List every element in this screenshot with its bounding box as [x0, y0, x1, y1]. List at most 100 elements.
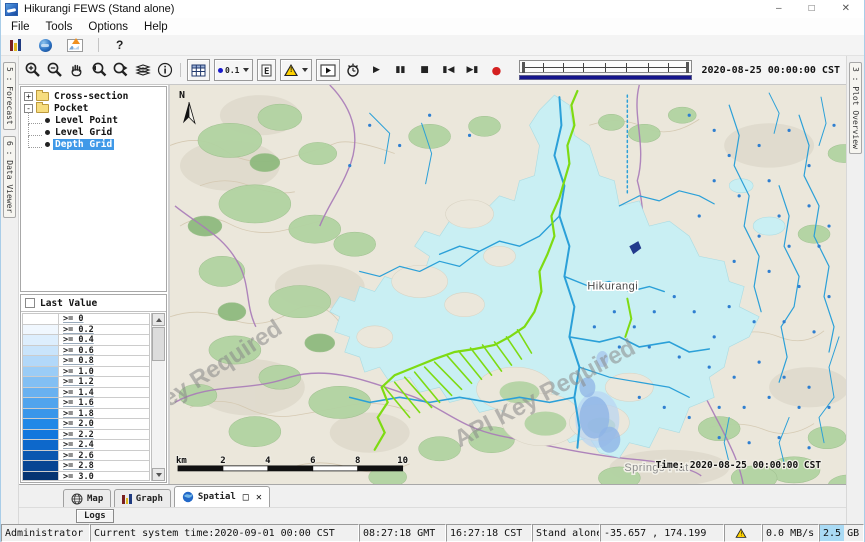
layers-icon[interactable]	[133, 60, 153, 80]
animation-movie-button[interactable]	[316, 59, 340, 81]
legend-swatch	[23, 325, 59, 335]
scroll-up-icon[interactable]	[152, 313, 165, 326]
status-bar: Administrator Current system time:2020-0…	[1, 524, 864, 542]
main-toolbar: ?	[1, 35, 864, 56]
legend-row[interactable]: >= 2.6	[23, 451, 149, 462]
tree-item-level-point[interactable]: Level Point	[21, 114, 166, 126]
menu-bar: File Tools Options Help	[1, 18, 864, 35]
step-back-button[interactable]: ▮◀	[437, 65, 459, 75]
pan-hand-icon[interactable]	[67, 60, 87, 80]
tab-graph[interactable]: Graph	[114, 489, 171, 507]
app-logo-icon	[5, 3, 18, 16]
svg-text:km: km	[176, 456, 187, 466]
title-bar: Hikurangi FEWS (Stand alone) – □ ✕	[1, 0, 864, 18]
time-slider[interactable]	[519, 60, 691, 80]
last-value-checkbox[interactable]	[25, 298, 35, 308]
zoom-out-icon[interactable]	[45, 60, 65, 80]
pause-button[interactable]: ▮▮	[389, 65, 411, 75]
step-forward-button[interactable]: ▶▮	[461, 65, 483, 75]
minimize-button[interactable]: –	[776, 2, 782, 16]
current-datetime: 2020-08-25 00:00:00 CST	[702, 65, 842, 76]
thresholds-warning-button[interactable]	[280, 59, 312, 81]
menu-file[interactable]: File	[3, 21, 38, 33]
legend-row[interactable]: >= 1.8	[23, 409, 149, 420]
zoom-previous-icon[interactable]	[89, 60, 109, 80]
expand-icon[interactable]: +	[24, 92, 33, 101]
legend-row[interactable]: >= 2.0	[23, 419, 149, 430]
legend-row[interactable]: >= 1.4	[23, 388, 149, 399]
legend-row[interactable]: >= 0.8	[23, 356, 149, 367]
tab-close-icon[interactable]: ✕	[256, 492, 262, 503]
help-icon[interactable]: ?	[112, 38, 127, 52]
warning-icon	[284, 64, 298, 76]
chevron-down-icon	[302, 68, 308, 72]
legend-row[interactable]: >= 1.2	[23, 377, 149, 388]
status-transfer-rate: 0.0 MB/s	[762, 524, 819, 542]
status-cst-time: 16:27:18 CST	[446, 524, 532, 542]
legend-row[interactable]: >= 0	[23, 314, 149, 325]
legend-scrollbar[interactable]	[151, 313, 165, 481]
legend-row[interactable]: >= 0.6	[23, 346, 149, 357]
layer-bullet-icon	[45, 130, 50, 135]
classification-threshold-button[interactable]: 0.1	[214, 59, 253, 81]
legend-swatch	[23, 472, 59, 482]
maximize-button[interactable]: □	[809, 2, 815, 16]
legend-row[interactable]: >= 0.4	[23, 335, 149, 346]
wire-globe-icon	[71, 493, 83, 505]
map-display-icon[interactable]	[35, 35, 55, 55]
info-icon[interactable]	[155, 60, 175, 80]
menu-tools[interactable]: Tools	[38, 21, 81, 33]
logs-tab[interactable]: Logs	[76, 509, 114, 523]
zoom-next-icon[interactable]	[111, 60, 131, 80]
menu-help[interactable]: Help	[136, 21, 176, 33]
tree-item-depth-grid[interactable]: Depth Grid	[21, 138, 166, 150]
tab-map[interactable]: Map	[63, 489, 111, 507]
legend-button[interactable]: E	[257, 59, 276, 81]
scrollbar-thumb[interactable]	[152, 327, 165, 361]
timeseries-dialog-icon[interactable]	[65, 35, 85, 55]
tree-item-cross-section[interactable]: + Cross-section	[21, 90, 166, 102]
play-button[interactable]: ▶	[365, 65, 387, 75]
legend-row[interactable]: >= 2.8	[23, 461, 149, 472]
tree-item-level-grid[interactable]: Level Grid	[21, 126, 166, 138]
layer-bullet-icon	[45, 142, 50, 147]
zoom-in-icon[interactable]	[23, 60, 43, 80]
legend-row[interactable]: >= 1.0	[23, 367, 149, 378]
legend-row[interactable]: >= 1.6	[23, 398, 149, 409]
record-button[interactable]: ●	[485, 64, 507, 77]
legend-swatch	[23, 388, 59, 398]
shortcut-tab-forecast[interactable]: 5 : Forecast	[3, 62, 16, 130]
animation-timer-icon[interactable]	[343, 60, 363, 80]
bar-chart-icon	[122, 494, 132, 504]
layer-tree: + Cross-section - Pocket Level P	[20, 86, 167, 292]
legend-row[interactable]: >= 2.2	[23, 430, 149, 441]
chevron-down-icon	[243, 68, 249, 72]
scroll-down-icon[interactable]	[152, 468, 165, 481]
stop-button[interactable]: ■	[413, 65, 435, 75]
legend-panel: Last Value >= 0 >= 0.2 >= 0.4 >= 0.6 >= …	[20, 294, 167, 483]
status-mode: Stand alone	[532, 524, 600, 542]
status-warning-cell[interactable]	[724, 524, 762, 542]
svg-text:4: 4	[265, 456, 271, 466]
legend-row[interactable]: >= 0.2	[23, 325, 149, 336]
shortcut-tab-data-viewer[interactable]: 6 : Data Viewer	[3, 136, 16, 218]
legend-swatch	[23, 346, 59, 356]
grid-display-button[interactable]	[187, 59, 210, 81]
tab-spatial[interactable]: Spatial □ ✕	[174, 486, 270, 507]
legend-row[interactable]: >= 3.0	[23, 472, 149, 482]
legend-row[interactable]: >= 2.4	[23, 440, 149, 451]
toolbar-separator	[180, 63, 181, 77]
status-memory: 2.5 GB	[819, 524, 864, 542]
legend-swatch	[23, 419, 59, 429]
database-viewer-icon[interactable]	[5, 35, 25, 55]
tree-item-pocket[interactable]: - Pocket	[21, 102, 166, 114]
map-toolbar: 0.1 E ▶ ▮▮ ■ ▮◀	[19, 56, 846, 84]
tab-maximize-icon[interactable]: □	[243, 492, 249, 503]
shortcut-tab-plot-overview[interactable]: 3 : Plot Overview	[849, 62, 862, 154]
menu-options[interactable]: Options	[80, 21, 136, 33]
map-canvas[interactable]: API Key Required API Key Required N Hiku…	[170, 85, 846, 484]
legend-swatch	[23, 314, 59, 324]
svg-text:2: 2	[220, 456, 225, 466]
close-button[interactable]: ✕	[842, 2, 850, 16]
status-system-time: Current system time:2020-09-01 00:00 CST	[90, 524, 359, 542]
